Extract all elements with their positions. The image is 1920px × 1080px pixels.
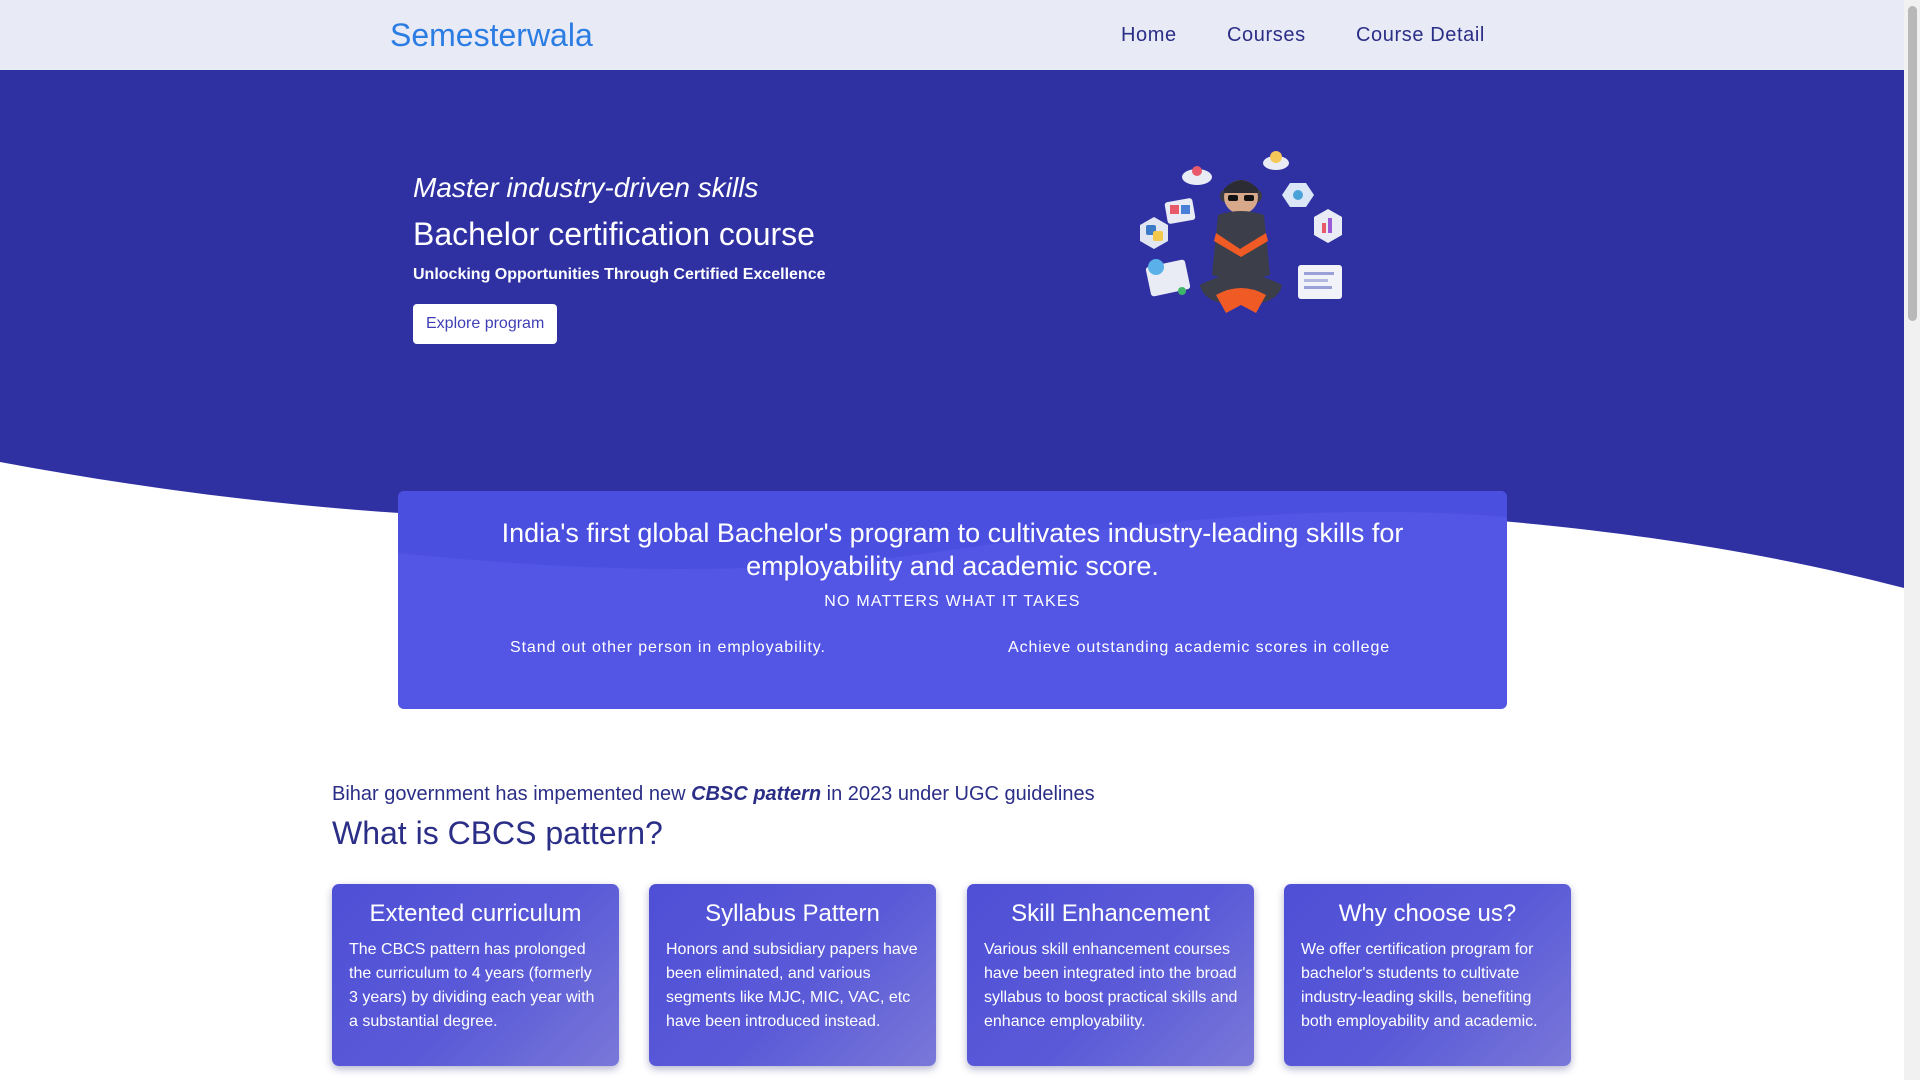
page-scrollbar[interactable] xyxy=(1904,0,1920,1080)
hero-subtitle: Unlocking Opportunities Through Certifie… xyxy=(413,266,826,283)
info-card-why-choose-us: Why choose us? We offer certification pr… xyxy=(1284,884,1571,1066)
navbar: Semesterwala Home Courses Course Detail xyxy=(0,0,1904,70)
cbcs-intro: Bihar government has impemented new CBSC… xyxy=(332,781,1095,807)
hero-title: Bachelor certification course xyxy=(413,216,815,252)
brand-logo-link[interactable]: Semesterwala xyxy=(390,15,593,55)
cbcs-intro-before: Bihar government has impemented new xyxy=(332,783,692,805)
cbcs-section-title: What is CBCS pattern? xyxy=(332,815,663,851)
student-avatar-illustration xyxy=(1140,151,1342,313)
info-card-extended-curriculum: Extented curriculum The CBCS pattern has… xyxy=(332,884,619,1066)
hero-content: Master industry-driven skills Bachelor c… xyxy=(413,170,826,344)
card-title: Syllabus Pattern xyxy=(705,900,880,927)
card-title: Why choose us? xyxy=(1338,900,1517,927)
card-body: Various skill enhancement courses have b… xyxy=(984,941,1238,1030)
page: Semesterwala Home Courses Course Detail … xyxy=(0,0,1904,1080)
card-title: Extented curriculum xyxy=(369,900,582,927)
card-body: We offer certification program for bache… xyxy=(1301,941,1538,1030)
hero-tagline: Master industry-driven skills xyxy=(413,172,759,203)
nav-link-home[interactable]: Home xyxy=(1121,22,1177,48)
nav-link-courses[interactable]: Courses xyxy=(1227,22,1306,48)
banner-heading: India's first global Bachelor's program … xyxy=(501,518,1404,581)
cbcs-intro-after: in 2023 under UGC guidelines xyxy=(821,783,1095,805)
explore-program-button[interactable]: Explore program xyxy=(413,304,558,344)
banner-caption: NO MATTERS WHAT IT TAKES xyxy=(824,593,1081,610)
banner-point-academic: Achieve outstanding academic scores in c… xyxy=(1008,639,1391,656)
avatar-figure xyxy=(1200,180,1282,313)
info-card-syllabus-pattern: Syllabus Pattern Honors and subsidiary p… xyxy=(649,884,936,1066)
cbcs-intro-emphasis: CBSC pattern xyxy=(691,783,822,805)
info-card-skill-enhancement: Skill Enhancement Various skill enhancem… xyxy=(967,884,1254,1066)
scrollbar-thumb[interactable] xyxy=(1908,6,1917,321)
card-title: Skill Enhancement xyxy=(1011,900,1210,927)
nav-link-course-detail[interactable]: Course Detail xyxy=(1356,22,1485,48)
banner-point-employability: Stand out other person in employability. xyxy=(510,639,826,656)
card-body: Honors and subsidiary papers have been e… xyxy=(666,941,918,1030)
card-body: The CBCS pattern has prolonged the curri… xyxy=(349,941,595,1030)
program-banner: India's first global Bachelor's program … xyxy=(398,491,1507,709)
